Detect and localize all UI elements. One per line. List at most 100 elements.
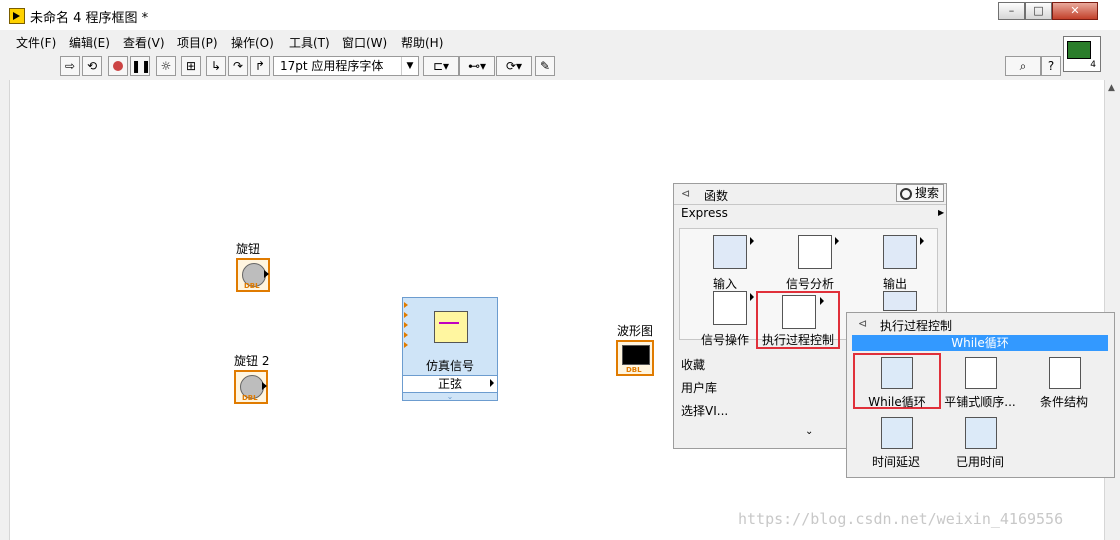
expand-chevron-icon[interactable]: ⌄	[403, 392, 497, 401]
expand-chevron-icon[interactable]: ⌄	[805, 426, 813, 437]
selected-item-name: While循环	[852, 335, 1108, 351]
pin-icon[interactable]: ⊲	[681, 187, 695, 200]
reorder-icon[interactable]: ⟳▾	[496, 56, 532, 76]
palette-item-flat-sequence[interactable]: 平铺式顺序...	[937, 353, 1023, 413]
font-size-value: 17pt 应用程序字体	[280, 59, 384, 73]
palette-item-elapsed-time[interactable]: 已用时间	[937, 413, 1023, 473]
align-objects-icon[interactable]: ⊏▾	[423, 56, 459, 76]
connector-pane-number: 4	[1090, 60, 1096, 70]
express-category[interactable]: Express	[681, 206, 728, 220]
left-border	[0, 80, 10, 540]
functions-palette-header: ⊲ 函数 搜索	[674, 184, 946, 205]
output-arrow-icon	[490, 379, 494, 387]
submenu-arrow-icon	[835, 237, 839, 245]
search-label: 搜索	[915, 186, 940, 200]
search-button[interactable]: 搜索	[896, 184, 944, 202]
knob-2-terminal[interactable]: DBL	[234, 370, 268, 404]
palette-item-case-structure[interactable]: 条件结构	[1021, 353, 1107, 413]
dropdown-arrow-icon: ▼	[401, 57, 418, 75]
distribute-objects-icon[interactable]: ⊷▾	[459, 56, 495, 76]
output-arrow-icon	[264, 270, 269, 278]
retain-wire-values-icon[interactable]: ⊞	[181, 56, 201, 76]
palette-item-signal-manipulation[interactable]: 信号操作	[685, 291, 765, 347]
simulate-signal-icon	[434, 311, 468, 343]
palette-item-label: 输入	[712, 277, 737, 291]
category-select-vi[interactable]: 选择VI...	[681, 402, 728, 419]
waveform-label: 波形图	[617, 324, 654, 338]
knob-1-label: 旋钮	[236, 242, 261, 256]
signal-type-value: 正弦	[437, 377, 462, 391]
knob-2-type: DBL	[242, 394, 258, 402]
context-help-search-icon[interactable]: ⌕	[1005, 56, 1041, 76]
input-terminal-icon	[404, 332, 408, 338]
knob-1-type: DBL	[244, 282, 260, 290]
font-size-select[interactable]: 17pt 应用程序字体 ▼	[273, 56, 419, 76]
express-vi-title: 仿真信号	[425, 359, 474, 373]
submenu-arrow-icon	[920, 237, 924, 245]
input-terminal-icon	[404, 312, 408, 318]
highlight-execution-icon[interactable]: ☼	[156, 56, 176, 76]
simulate-signal-express-vi[interactable]: 仿真信号 正弦 ⌄	[402, 297, 498, 401]
pin-icon[interactable]: ⊲	[858, 317, 872, 330]
pause-icon[interactable]: ❚❚	[130, 56, 151, 76]
input-icon	[713, 235, 747, 269]
stopwatch-icon	[965, 417, 997, 449]
while-loop-icon	[881, 357, 913, 389]
watermark: https://blog.csdn.net/weixin_4169556	[738, 510, 1064, 528]
palette-item-label: 已用时间	[955, 455, 1004, 469]
abort-icon[interactable]	[108, 56, 128, 76]
palette-item-label: 平铺式顺序...	[944, 395, 1016, 409]
input-terminal-icon	[404, 302, 408, 308]
menu-bar: 文件(F) 编辑(E) 查看(V) 项目(P) 操作(O) 工具(T) 窗口(W…	[0, 30, 1120, 52]
close-button[interactable]: ✕	[1052, 2, 1098, 20]
palette-item-while-loop[interactable]: While循环	[853, 353, 941, 409]
palette-item-label: 执行过程控制	[761, 333, 834, 347]
palette-item-label: 输出	[882, 277, 907, 291]
submenu-arrow-icon	[820, 297, 824, 305]
knob-1-terminal[interactable]: DBL	[236, 258, 270, 292]
palette-item-signal-analysis[interactable]: 信号分析	[770, 235, 850, 291]
palette-title: 函数	[704, 189, 729, 203]
signal-analysis-icon	[798, 235, 832, 269]
menu-tools[interactable]: 工具(T)	[289, 34, 330, 51]
step-over-icon[interactable]: ↷	[228, 56, 248, 76]
output-arrow-icon	[262, 382, 267, 390]
minimize-button[interactable]: –	[998, 2, 1025, 20]
menu-operate[interactable]: 操作(O)	[231, 34, 274, 51]
case-structure-icon	[1049, 357, 1081, 389]
step-out-icon[interactable]: ↱	[250, 56, 270, 76]
waveform-graph-terminal[interactable]: DBL	[616, 340, 654, 376]
menu-file[interactable]: 文件(F)	[16, 34, 56, 51]
vi-icon	[1067, 41, 1091, 59]
palette-item-output[interactable]: 输出	[855, 235, 935, 291]
menu-edit[interactable]: 编辑(E)	[69, 34, 110, 51]
category-favorites[interactable]: 收藏	[681, 356, 705, 373]
exec-control-sub-palette: ⊲ 执行过程控制 While循环 While循环 平铺式顺序... 条件结构 时…	[846, 312, 1115, 478]
palette-item-label: 时间延迟	[871, 455, 920, 469]
menu-help[interactable]: 帮助(H)	[401, 34, 443, 51]
menu-project[interactable]: 项目(P)	[177, 34, 218, 51]
menu-view[interactable]: 查看(V)	[123, 34, 165, 51]
clean-up-diagram-icon[interactable]: ✎	[535, 56, 555, 76]
vi-icon-connector-pane[interactable]: 4	[1063, 36, 1101, 72]
palette-item-exec-control[interactable]: 执行过程控制	[756, 291, 840, 349]
output-icon	[883, 235, 917, 269]
scroll-up-icon[interactable]: ▲	[1108, 83, 1115, 93]
palette-item-time-delay[interactable]: 时间延迟	[853, 413, 939, 473]
knob-2-label: 旋钮 2	[234, 354, 270, 368]
palette-item-input[interactable]: 输入	[685, 235, 765, 291]
signal-type-output[interactable]: 正弦	[403, 375, 497, 393]
chevron-right-icon: ▶	[938, 208, 945, 217]
run-continuously-icon[interactable]: ⟲	[82, 56, 102, 76]
signal-manipulation-icon	[713, 291, 747, 325]
sub-palette-title: 执行过程控制	[880, 319, 953, 333]
help-icon[interactable]: ?	[1041, 56, 1061, 76]
step-into-icon[interactable]: ↳	[206, 56, 226, 76]
submenu-arrow-icon	[750, 293, 754, 301]
arith-compare-icon	[883, 291, 917, 311]
maximize-button[interactable]: □	[1025, 2, 1052, 20]
run-arrow-icon[interactable]: ⇨	[60, 56, 80, 76]
category-user-libraries[interactable]: 用户库	[681, 379, 717, 396]
menu-window[interactable]: 窗口(W)	[342, 34, 387, 51]
input-terminal-icon	[404, 322, 408, 328]
